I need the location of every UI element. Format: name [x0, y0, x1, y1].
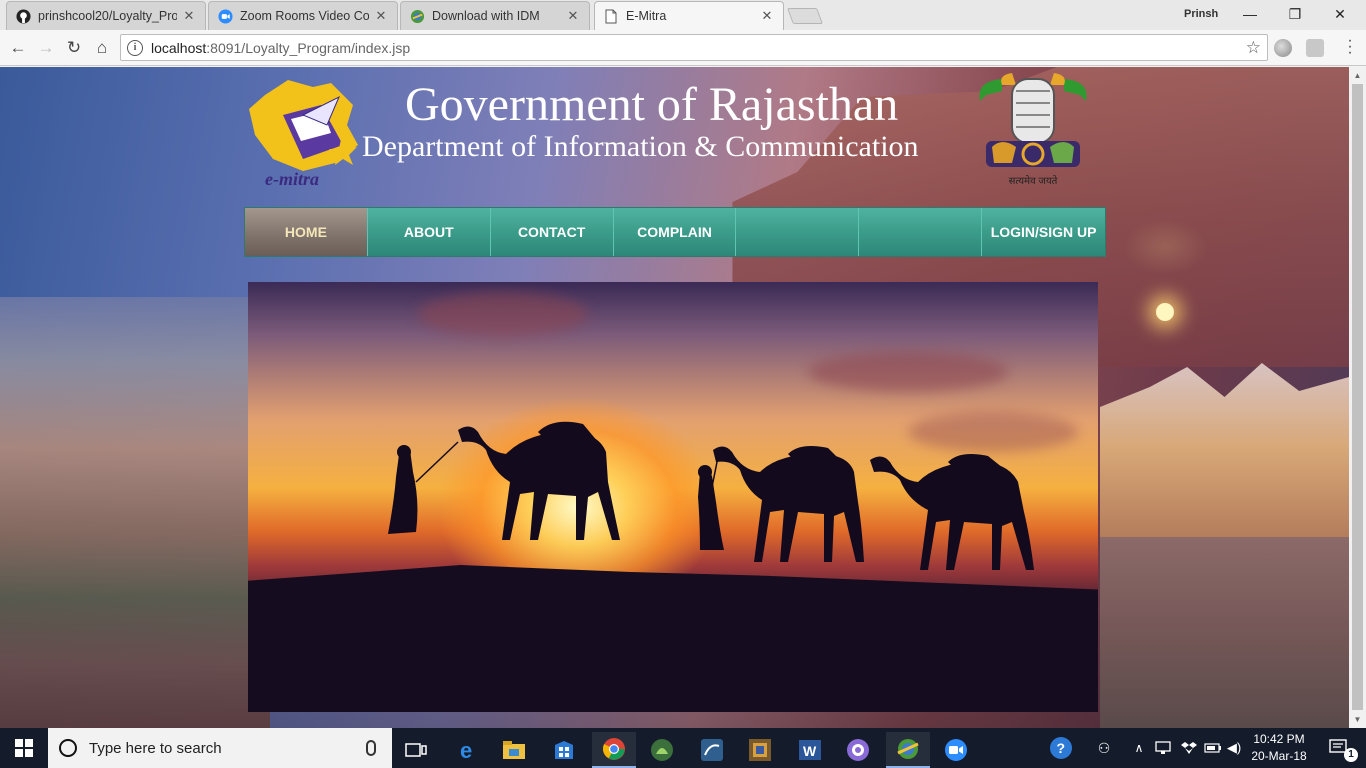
svg-text:?: ?: [1057, 740, 1066, 756]
idm-icon: [409, 8, 425, 24]
emitra-logo[interactable]: e-mitra: [243, 75, 365, 193]
national-emblem: सत्यमेव जयते: [972, 71, 1094, 191]
scroll-thumb[interactable]: [1352, 84, 1363, 710]
start-button[interactable]: [0, 728, 48, 768]
nav-contact[interactable]: CONTACT: [490, 208, 614, 256]
forward-icon[interactable]: →: [34, 36, 58, 60]
clock-time: 10:42 PM: [1253, 732, 1305, 746]
search-placeholder: Type here to search: [89, 739, 222, 757]
task-view-icon[interactable]: [394, 732, 438, 768]
store-icon[interactable]: [542, 732, 586, 768]
action-center-icon[interactable]: 1: [1320, 728, 1360, 768]
scroll-up-arrow-icon[interactable]: ▲: [1349, 67, 1366, 84]
logo-text: e-mitra: [265, 169, 319, 189]
emblem-motto: सत्यमेव जयते: [1008, 176, 1058, 187]
people-icon[interactable]: ⚇: [1092, 728, 1116, 768]
clock-date: 20-Mar-18: [1251, 749, 1307, 763]
nav-about[interactable]: ABOUT: [367, 208, 491, 256]
page-icon: [603, 8, 619, 24]
idm-icon[interactable]: [886, 732, 930, 768]
zoom-icon: [217, 8, 233, 24]
close-icon[interactable]: ✕: [759, 8, 775, 24]
close-window-icon[interactable]: ✕: [1320, 3, 1360, 25]
info-icon[interactable]: i: [127, 39, 143, 56]
tab-title: E-Mitra: [626, 9, 667, 23]
restore-icon[interactable]: ❐: [1275, 3, 1315, 25]
url-host: localhost: [151, 39, 207, 56]
close-icon[interactable]: ✕: [565, 8, 581, 24]
tab-github[interactable]: prinshcool20/Loyalty_Pro ✕: [6, 1, 206, 30]
windows-taskbar: Type here to search e W ? ⚇ ∧ ◀) 10:42 P…: [0, 728, 1366, 768]
menu-icon[interactable]: · · ·: [1340, 33, 1360, 61]
extension-icon[interactable]: [1274, 39, 1292, 57]
chevron-up-icon[interactable]: ∧: [1130, 728, 1148, 768]
hero-slider-image: [248, 282, 1098, 712]
tab-title: Zoom Rooms Video Conf: [240, 9, 369, 23]
nav-home[interactable]: HOME: [245, 208, 368, 256]
network-icon[interactable]: [1152, 728, 1174, 768]
word-icon[interactable]: W: [788, 732, 832, 768]
teams-icon[interactable]: [836, 732, 880, 768]
netbeans-icon[interactable]: [738, 732, 782, 768]
cortana-icon: [59, 739, 77, 757]
page-subtitle: Department of Information & Communicatio…: [362, 130, 919, 163]
dropbox-icon[interactable]: [1178, 728, 1200, 768]
home-icon[interactable]: ⌂: [90, 36, 114, 60]
extension-icon[interactable]: [1306, 39, 1324, 57]
page-title: Government of Rajasthan: [405, 78, 899, 131]
close-icon[interactable]: ✕: [373, 8, 389, 24]
reload-icon[interactable]: ↻: [62, 36, 86, 60]
help-icon[interactable]: ?: [1046, 728, 1076, 768]
system-clock[interactable]: 10:42 PM 20-Mar-18: [1242, 731, 1316, 765]
volume-icon[interactable]: ◀): [1224, 728, 1244, 768]
android-studio-icon[interactable]: [640, 732, 684, 768]
svg-text:W: W: [803, 743, 817, 759]
zoom-icon[interactable]: [934, 732, 978, 768]
back-icon[interactable]: ←: [6, 36, 30, 60]
battery-icon[interactable]: [1202, 728, 1224, 768]
nav-empty-2[interactable]: [859, 208, 983, 256]
minimize-icon[interactable]: —: [1230, 3, 1270, 25]
svg-text:e: e: [460, 739, 472, 761]
profile-name[interactable]: Prinsh: [1184, 8, 1218, 20]
page-viewport: e-mitra Government of Rajasthan Departme…: [0, 67, 1349, 728]
chrome-icon[interactable]: [592, 732, 636, 768]
background-city: [0, 297, 270, 728]
github-icon: [15, 8, 31, 24]
tab-emitra[interactable]: E-Mitra ✕: [594, 1, 784, 30]
tab-zoom[interactable]: Zoom Rooms Video Conf ✕: [208, 1, 398, 30]
mysql-workbench-icon[interactable]: [690, 732, 734, 768]
camel-caravan-silhouette: [388, 421, 1034, 570]
url-path: :8091/Loyalty_Program/index.jsp: [206, 39, 411, 56]
bookmark-star-icon[interactable]: ☆: [1246, 38, 1261, 58]
nav-login-signup[interactable]: LOGIN/SIGN UP: [982, 208, 1106, 256]
close-icon[interactable]: ✕: [181, 8, 197, 24]
background-palace: [1100, 363, 1349, 547]
browser-tab-strip: prinshcool20/Loyalty_Pro ✕ Zoom Rooms Vi…: [0, 0, 1366, 30]
nav-complain[interactable]: COMPLAIN: [613, 208, 737, 256]
browser-toolbar: ← → ↻ ⌂ i localhost :8091/Loyalty_Progra…: [0, 30, 1366, 66]
windows-logo-icon: [15, 739, 33, 757]
taskbar-search[interactable]: Type here to search: [48, 728, 392, 768]
tab-title: Download with IDM: [432, 9, 540, 23]
background-ground: [1100, 537, 1349, 728]
page-scrollbar[interactable]: ▲ ▼: [1349, 67, 1366, 728]
main-nav: HOME ABOUT CONTACT COMPLAIN LOGIN/SIGN U…: [244, 207, 1106, 257]
edge-icon[interactable]: e: [446, 732, 490, 768]
tab-title: prinshcool20/Loyalty_Pro: [38, 9, 177, 23]
lamp-glow: [1156, 303, 1174, 321]
scroll-down-arrow-icon[interactable]: ▼: [1349, 711, 1366, 728]
microphone-icon[interactable]: [366, 740, 376, 756]
file-explorer-icon[interactable]: [492, 732, 536, 768]
notification-badge: 1: [1344, 748, 1358, 762]
address-bar[interactable]: i localhost :8091/Loyalty_Program/index.…: [120, 34, 1268, 61]
tab-idm[interactable]: Download with IDM ✕: [400, 1, 590, 30]
nav-empty-1[interactable]: [736, 208, 860, 256]
new-tab-button[interactable]: [787, 8, 823, 24]
